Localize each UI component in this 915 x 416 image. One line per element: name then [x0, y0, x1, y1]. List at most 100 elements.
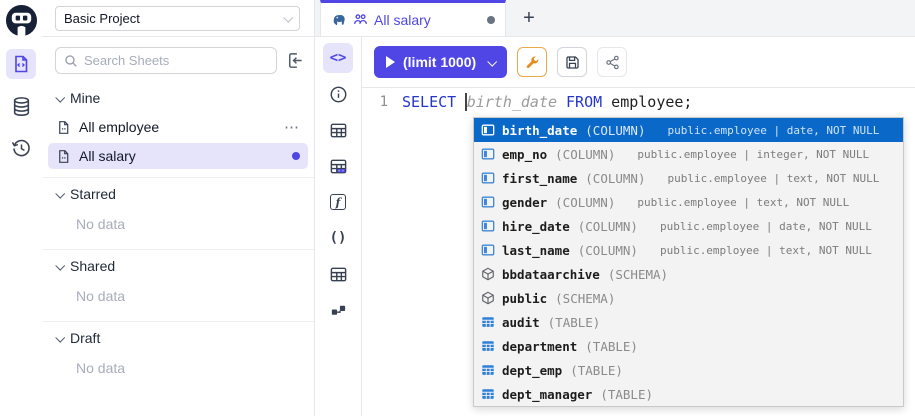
bytebase-logo[interactable]	[5, 4, 38, 37]
share-sheet-button[interactable]	[597, 47, 627, 77]
rail-database-button[interactable]	[6, 91, 36, 121]
sheet-menu-icon[interactable]: ⋯	[284, 118, 300, 136]
sql-keyword: SELECT	[402, 93, 456, 111]
suggestion-row[interactable]: gender (COLUMN) public.employee | text, …	[474, 190, 903, 214]
suggestion-row[interactable]: public (SCHEMA)	[474, 286, 903, 310]
code-line-1: 1 SELECT birth_date FROM employee;	[362, 90, 915, 114]
tables-panel-button[interactable]	[323, 115, 353, 145]
chevron-down-icon	[283, 12, 293, 22]
sheet-icon	[56, 149, 71, 164]
info-icon	[329, 85, 348, 104]
section-starred-header[interactable]: Starred	[42, 178, 314, 208]
info-panel-button[interactable]	[323, 79, 353, 109]
procedures-panel-button[interactable]: ()	[323, 223, 353, 253]
tab-bar: All salary +	[315, 0, 915, 37]
table-icon	[329, 121, 348, 140]
empty-text: No data	[42, 352, 314, 386]
ghost-suggestion-text: birth_date	[467, 93, 557, 111]
suggestion-row[interactable]: birth_date (COLUMN) public.employee | da…	[474, 118, 903, 142]
main-area: All salary + <>	[315, 0, 915, 416]
column-icon	[480, 194, 496, 210]
save-sheet-button[interactable]	[557, 47, 587, 77]
section-label: Starred	[70, 186, 116, 202]
section-draft: Draft No data	[42, 321, 314, 386]
schema-panel-strip: <>	[315, 37, 362, 416]
editor-body: <>	[315, 37, 915, 416]
search-input[interactable]	[84, 53, 268, 68]
empty-text: No data	[42, 208, 314, 242]
sheet-item-all-salary[interactable]: All salary	[48, 143, 308, 169]
table-data-panel-button[interactable]	[323, 151, 353, 181]
tab-label: All salary	[374, 12, 481, 28]
suggestion-row[interactable]: dept_emp (TABLE)	[474, 358, 903, 382]
section-label: Mine	[70, 90, 100, 106]
save-icon	[564, 54, 581, 71]
sql-keyword: FROM	[566, 93, 602, 111]
dirty-indicator-dot	[487, 16, 495, 24]
code-panel-button[interactable]: <>	[323, 43, 353, 73]
external-tables-panel-button[interactable]	[323, 259, 353, 289]
table-icon	[480, 386, 496, 402]
search-box[interactable]	[55, 47, 277, 74]
import-sheet-icon[interactable]	[285, 51, 304, 70]
suggestion-row[interactable]: emp_no (COLUMN) public.employee | intege…	[474, 142, 903, 166]
table-icon	[480, 314, 496, 330]
sheet-code-icon	[11, 54, 31, 74]
sheet-label: All salary	[79, 148, 284, 164]
suggestion-row[interactable]: department (TABLE)	[474, 334, 903, 358]
suggestion-row[interactable]: last_name (COLUMN) public.employee | tex…	[474, 238, 903, 262]
table-icon	[329, 265, 348, 284]
functions-panel-button[interactable]: f	[323, 187, 353, 217]
new-tab-button[interactable]: +	[514, 0, 544, 36]
editor-toolbar: (limit 1000)	[362, 37, 915, 88]
run-query-button[interactable]: (limit 1000)	[374, 46, 507, 78]
suggestion-row[interactable]: audit (TABLE)	[474, 310, 903, 334]
history-icon	[11, 138, 32, 159]
function-icon: f	[330, 194, 346, 210]
sql-text: employee;	[611, 93, 692, 111]
rail-history-button[interactable]	[6, 133, 36, 163]
schema-diagram-icon	[329, 301, 348, 320]
chevron-down-icon	[487, 56, 497, 66]
schema-icon	[480, 266, 496, 282]
table-data-icon	[329, 157, 348, 176]
suggestion-row[interactable]: bbdataarchive (SCHEMA)	[474, 262, 903, 286]
share-icon	[604, 54, 621, 71]
sql-editor-app: Basic Project Mine	[0, 0, 915, 416]
run-label: (limit 1000)	[403, 54, 476, 70]
column-icon	[480, 218, 496, 234]
editor-column: (limit 1000)	[362, 37, 915, 416]
database-icon	[11, 96, 32, 117]
table-icon	[480, 338, 496, 354]
section-mine[interactable]: Mine	[42, 82, 314, 112]
suggestion-row[interactable]: hire_date (COLUMN) public.employee | dat…	[474, 214, 903, 238]
column-icon	[480, 170, 496, 186]
suggestion-row[interactable]: first_name (COLUMN) public.employee | te…	[474, 166, 903, 190]
format-sql-button[interactable]	[517, 47, 547, 77]
project-header: Basic Project	[42, 0, 314, 37]
chevron-down-icon	[55, 92, 65, 102]
sheet-item-all-employee[interactable]: All employee ⋯	[48, 113, 308, 141]
sheet-sidebar: Basic Project Mine	[42, 0, 315, 416]
section-starred: Starred No data	[42, 177, 314, 242]
rail-sheets-button[interactable]	[6, 49, 36, 79]
code-icon: <>	[330, 50, 347, 66]
section-shared: Shared No data	[42, 249, 314, 314]
section-draft-header[interactable]: Draft	[42, 322, 314, 352]
diagram-panel-button[interactable]	[323, 295, 353, 325]
chevron-down-icon	[55, 332, 65, 342]
left-icon-rail	[0, 0, 42, 416]
line-number: 1	[362, 94, 402, 110]
sql-code-editor[interactable]: 1 SELECT birth_date FROM employee; birth…	[362, 88, 915, 416]
project-name: Basic Project	[64, 11, 140, 26]
search-row	[42, 37, 314, 82]
tab-all-salary[interactable]: All salary	[320, 0, 506, 36]
column-icon	[480, 146, 496, 162]
parentheses-icon: ()	[330, 230, 347, 246]
section-shared-header[interactable]: Shared	[42, 250, 314, 280]
postgresql-icon	[331, 12, 347, 28]
wrench-icon	[524, 54, 541, 71]
chevron-down-icon	[55, 260, 65, 270]
suggestion-row[interactable]: dept_manager (TABLE)	[474, 382, 903, 406]
project-selector[interactable]: Basic Project	[55, 6, 300, 31]
